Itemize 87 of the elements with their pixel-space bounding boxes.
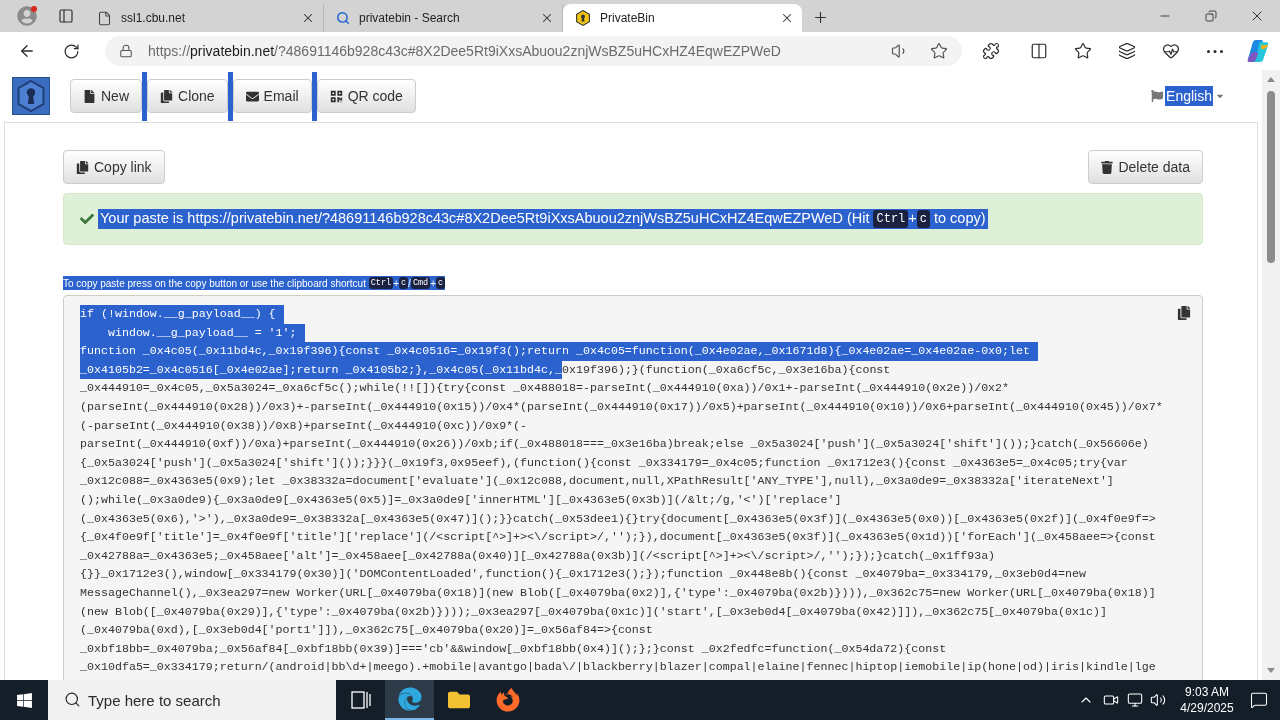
code-line: window.__g_payload__ = '1'; (80, 323, 1202, 343)
keyboard-key: c (436, 277, 446, 289)
search-icon (336, 11, 350, 25)
address-field[interactable]: https://privatebin.net/?48691146b928c43c#8X2Dee5Rt9iXxsAbuou2znjWsBZ5uHCxHZ4EqwEZPWeD (105, 36, 962, 66)
fox-logo-icon (495, 688, 520, 712)
code-line: (parseInt(_0x444910(0x28))/0x3)+-parseInt(_0x444910(0x15))/0x4*(parseInt(_0x444910(0x17))/0x5)+parseInt(_0x444910(0x10))/0x6+parseInt(_0x444910(0x45))/0x7* (80, 398, 1164, 415)
speaker-icon[interactable] (1150, 692, 1166, 708)
taskbar-app[interactable] (385, 680, 434, 720)
delete-data-button[interactable]: Delete data (1088, 150, 1203, 184)
code-line: _0x42788a=_0x4363e5;_0x458aee['alt']=_0x458aee[_0x42788a(0x40)][_0x42788a(0x3b)](/<script[^>]+><\/script>/,'');});}catch(_0x1ff93a) (80, 547, 997, 564)
duplicate-icon (1177, 306, 1191, 320)
copy-link-button[interactable]: Copy link (63, 150, 165, 184)
keyboard-key: Cmd (410, 277, 431, 289)
toolbar-button[interactable]: QR code (316, 79, 416, 113)
alert-text: + (908, 209, 917, 229)
close-icon[interactable] (780, 11, 794, 25)
keyboard-key: Ctrl (873, 210, 909, 228)
scroll-down-arrow-icon[interactable] (1267, 668, 1275, 673)
avatar-icon[interactable] (17, 6, 37, 26)
flag-icon (1151, 90, 1164, 102)
speech-bubble-icon (1250, 691, 1268, 709)
keyhole-logo-icon (575, 10, 591, 26)
code-line: (_0x4079ba(0xd),[_0x3eb0d4['port1']]),_0x362c75[_0x4079ba(0x20)]=_0x56af84=>{const (80, 622, 654, 639)
toolbar-button[interactable]: Clone (147, 79, 228, 113)
monitor-icon[interactable] (1127, 692, 1143, 708)
code-line: {_0x4f0e9f['title']=_0x4f0e9f['title']['replace'](/<script[^>]+><\/script>/,'');}),document[_0x4363e5(0x3f)](_0x4363e5(0x1d))['forEach'](_0x458aee=>{const (80, 529, 1157, 546)
task-view-icon (350, 691, 371, 709)
star-icon (1074, 42, 1092, 60)
alert-text: Your paste is https://privatebin.net/?48691146b928c43c#8X2Dee5Rt9iXxsAbuou2znjWsBZ5uHCxHZ4EqwEZPWeD (Hit (100, 209, 871, 229)
layers-icon (1118, 42, 1136, 60)
language-dropdown[interactable]: English (1151, 84, 1225, 108)
duplicate-icon (76, 160, 89, 174)
hint-text: + (430, 276, 437, 291)
close-icon[interactable] (301, 11, 315, 25)
lock-icon (119, 44, 133, 58)
keyboard-key: c (399, 277, 409, 289)
more-icon (1206, 49, 1223, 53)
copy-button[interactable] (1176, 305, 1192, 321)
keyhole-logo-icon[interactable] (12, 77, 50, 115)
refresh-icon (62, 42, 80, 60)
camera-icon[interactable] (1103, 692, 1119, 708)
keyboard-key: c (916, 210, 930, 228)
language-label: English (1165, 86, 1213, 106)
code-line: (-parseInt(_0x444910(0x38))/0x8)+parseInt(_0x444910(0xc))/0x9*(- (80, 417, 529, 434)
code-line: parseInt(_0x444910(0xf))/0xa)+parseInt(_0x444910(0x26))/0xb;if(_0x488018===_0x3e16ba)break;else _0x5a3024['push'](_0x5a3024['shift']());}catch(_0x56606e) (80, 436, 1150, 453)
envelope-icon (245, 89, 259, 103)
qr-code-icon (329, 89, 343, 103)
four-panes-logo-icon (15, 691, 33, 709)
hint-text: To copy paste press on the copy button or use the clipboard shortcut (63, 276, 367, 291)
file-icon (83, 89, 96, 103)
folder-icon (446, 689, 471, 711)
code-line: _0x12c088=_0x4363e5(0x9);let _0x38332a=document['evaluate'](_0x12c088,document,null,XPathResult['ANY_TYPE'],null),_0x3a0de9=_0x38332a['iterateNext'] (80, 473, 1115, 490)
colorful-logo-icon (1246, 40, 1269, 62)
hint-text: / (408, 276, 411, 291)
browser-tab[interactable]: PrivateBin (563, 4, 802, 32)
scroll-thumb[interactable] (1267, 91, 1275, 263)
code-line: (_0x4363e5(0x6),'>'),_0x3a0de9=_0x38332a[_0x4363e5(0x47)]();}}catch(_0x53dee1){}try{document[_0x4363e5(0x3f)](_0x4363e5(0x0))[_0x4363e5(0x2f)](_0x4f0e9f=> (80, 510, 1157, 527)
code-line: {}}_0x1712e3(),window[_0x334179(0x30)]('DOMContentLoaded',function(){_0x1712e3();});function _0x448e8b(){const _0x4079ba=_0x334179,_0x3eb0d4=new (80, 566, 1087, 583)
code-line: _0x10dfa5=_0x334179;return/(android|bb\d+|meego).+mobile|avantgo|bada\/|blackberry|blazer|compal|elaine|fennec|hiptop|iemobile|ip(hone|od)|iris|kindle|lge (80, 659, 1157, 676)
keyboard-key: Ctrl (368, 277, 394, 289)
code-line: MessageChannel(),_0x3ea297=new Worker(URL[_0x4079ba(0x18)](new Blob([_0x4079ba(0x2)],{'type':_0x4079ba(0x2b)}))),_0x362c75=new Worker(URL[_0x4079ba(0x18)] (80, 584, 1157, 601)
check-icon (80, 212, 94, 226)
hint-text: + (393, 276, 399, 291)
search-icon (64, 691, 81, 708)
alert-text: to copy) (933, 209, 986, 229)
code-line: _0x444910=_0x4c05,_0x5a3024=_0xa6cf5c();while(!![]){try{const _0x488018=-parseInt(_0x444910(0xa))/0x1+-parseInt(_0x444910(0x2e))/0x2* (80, 380, 1011, 397)
tab-actions-icon[interactable] (58, 8, 74, 24)
scroll-up-arrow-icon[interactable] (1267, 77, 1275, 82)
code-line: _0xbf18bb=_0x4079ba;_0x56af84[_0xbf18bb(0x39)]==='cb'&&window[_0xbf18bb(0x4)]();};}const _0x2fedfc=function(_0x54da72){const (80, 640, 948, 657)
clock[interactable]: 9:03 AM 4/29/2025 (1178, 684, 1236, 716)
toolbar-button[interactable]: New (70, 79, 142, 113)
search-field[interactable]: Type here to search (48, 680, 336, 720)
code-line: ();while(_0x3a0de9){_0x3a0de9[_0x4363e5(0x5)]=_0x3a0de9['innerHTML'][_0x4363e5(0x3b)](/&lt;/g,'<')['replace'] (80, 491, 843, 508)
wave-logo-icon (397, 687, 422, 711)
heart-pulse-icon (1162, 42, 1180, 60)
trash-icon (1101, 160, 1114, 174)
duplicate-icon (160, 89, 173, 103)
code-line: {_0x5a3024['push'](_0x5a3024['shift']());}}}(_0x19f3,0x95eef),(function(){const _0x334179=_0x4c05;function _0x1712e3(){const _0x4363e5=_0x4c05;try{var (80, 454, 1129, 471)
toolbar-button[interactable]: Email (232, 79, 312, 113)
puzzle-icon (982, 42, 1000, 60)
restore-icon (1205, 10, 1217, 22)
star-icon[interactable] (930, 42, 948, 60)
code-line: if (!window.__g_payload__) { (80, 305, 1202, 324)
close-icon[interactable] (540, 11, 554, 25)
page-icon (97, 10, 112, 26)
code-line: (new Blob([_0x4079ba(0x29)],{'type':_0x4079ba(0x2b)})));_0x3ea297[_0x4079ba(0x1c)]('start',[_0x3eb0d4[_0x4079ba(0x42)]]),_0x362c75[_0x4079ba(0x1c)] (80, 603, 1108, 620)
split-screen-icon (1030, 42, 1048, 60)
